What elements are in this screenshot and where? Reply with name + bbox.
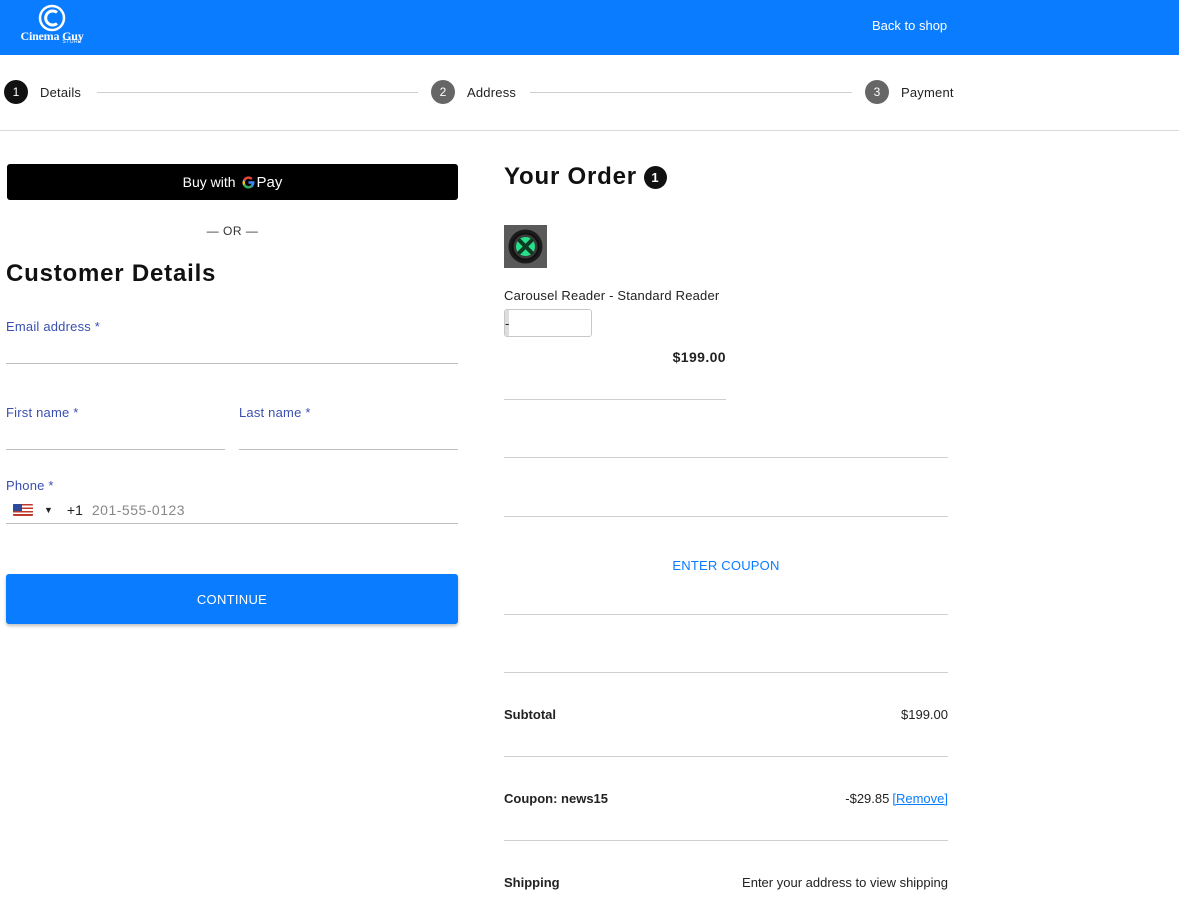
step-details[interactable]: 1 Details [4, 80, 81, 104]
enter-coupon-link[interactable]: ENTER COUPON [504, 558, 948, 573]
product-image-icon [504, 225, 547, 268]
shipping-value: Enter your address to view shipping [742, 875, 948, 890]
first-name-label: First name * [6, 405, 79, 420]
order-count-badge: 1 [643, 165, 667, 189]
order-title-text: Your Order [504, 163, 637, 190]
coupon-discount-value: -$29.85 [845, 791, 890, 806]
gpay-pay-word: Pay [256, 173, 283, 191]
gpay-button-label: Buy with [182, 174, 236, 190]
google-g-icon [242, 175, 255, 189]
step-number: 1 [4, 80, 28, 104]
google-pay-button[interactable]: Buy with Pay [7, 164, 458, 200]
divider [504, 516, 948, 517]
divider [504, 672, 948, 673]
step-label: Payment [901, 84, 954, 100]
divider [504, 399, 726, 400]
product-price: $199.00 [672, 349, 726, 365]
step-connector [530, 92, 852, 93]
country-dropdown-caret-icon[interactable]: ▼ [44, 505, 53, 515]
customer-details-title: Customer Details [6, 260, 217, 287]
email-label: Email address * [6, 319, 101, 334]
store-logo[interactable]: Cinema Guy STORE [12, 4, 92, 50]
quantity-input[interactable] [509, 310, 591, 336]
step-payment[interactable]: 3 Payment [865, 80, 954, 104]
phone-dial-code: +1 [66, 502, 83, 518]
divider [504, 614, 948, 615]
divider [504, 756, 948, 757]
step-connector [97, 92, 418, 93]
step-label: Details [40, 84, 82, 100]
phone-field: ▼ +1 [6, 497, 458, 524]
back-to-shop-link[interactable]: Back to shop [872, 18, 947, 33]
phone-input[interactable] [91, 502, 458, 518]
divider [504, 840, 948, 841]
last-name-label: Last name * [239, 405, 311, 420]
first-name-field[interactable] [6, 424, 225, 450]
logo-mark-icon [38, 4, 66, 32]
step-number: 2 [431, 80, 455, 104]
us-flag-icon[interactable] [13, 504, 33, 516]
remove-coupon-link[interactable]: [Remove] [892, 791, 948, 806]
product-thumbnail [504, 225, 547, 268]
divider [504, 457, 948, 458]
step-number: 3 [865, 80, 889, 104]
or-separator: — OR — [206, 224, 259, 238]
coupon-discount: -$29.85 [Remove] [845, 791, 948, 806]
shipping-label: Shipping [504, 875, 560, 890]
continue-button[interactable]: CONTINUE [6, 574, 458, 624]
top-header-bar: Cinema Guy STORE Back to shop [0, 0, 1179, 55]
checkout-stepper: 1 Details 2 Address 3 Payment [0, 55, 1179, 131]
coupon-applied-label: Coupon: news15 [504, 791, 609, 806]
product-name[interactable]: Carousel Reader - Standard Reader [504, 288, 719, 303]
logo-subtitle: STORE [62, 39, 82, 45]
subtotal-label: Subtotal [504, 707, 556, 722]
subtotal-value: $199.00 [901, 707, 948, 722]
quantity-stepper: - + [504, 309, 592, 337]
last-name-field[interactable] [239, 424, 458, 450]
step-address[interactable]: 2 Address [431, 80, 516, 104]
phone-label: Phone * [6, 478, 54, 493]
order-summary-title: Your Order 1 [504, 163, 667, 191]
step-label: Address [467, 84, 517, 100]
email-field[interactable] [6, 338, 458, 364]
